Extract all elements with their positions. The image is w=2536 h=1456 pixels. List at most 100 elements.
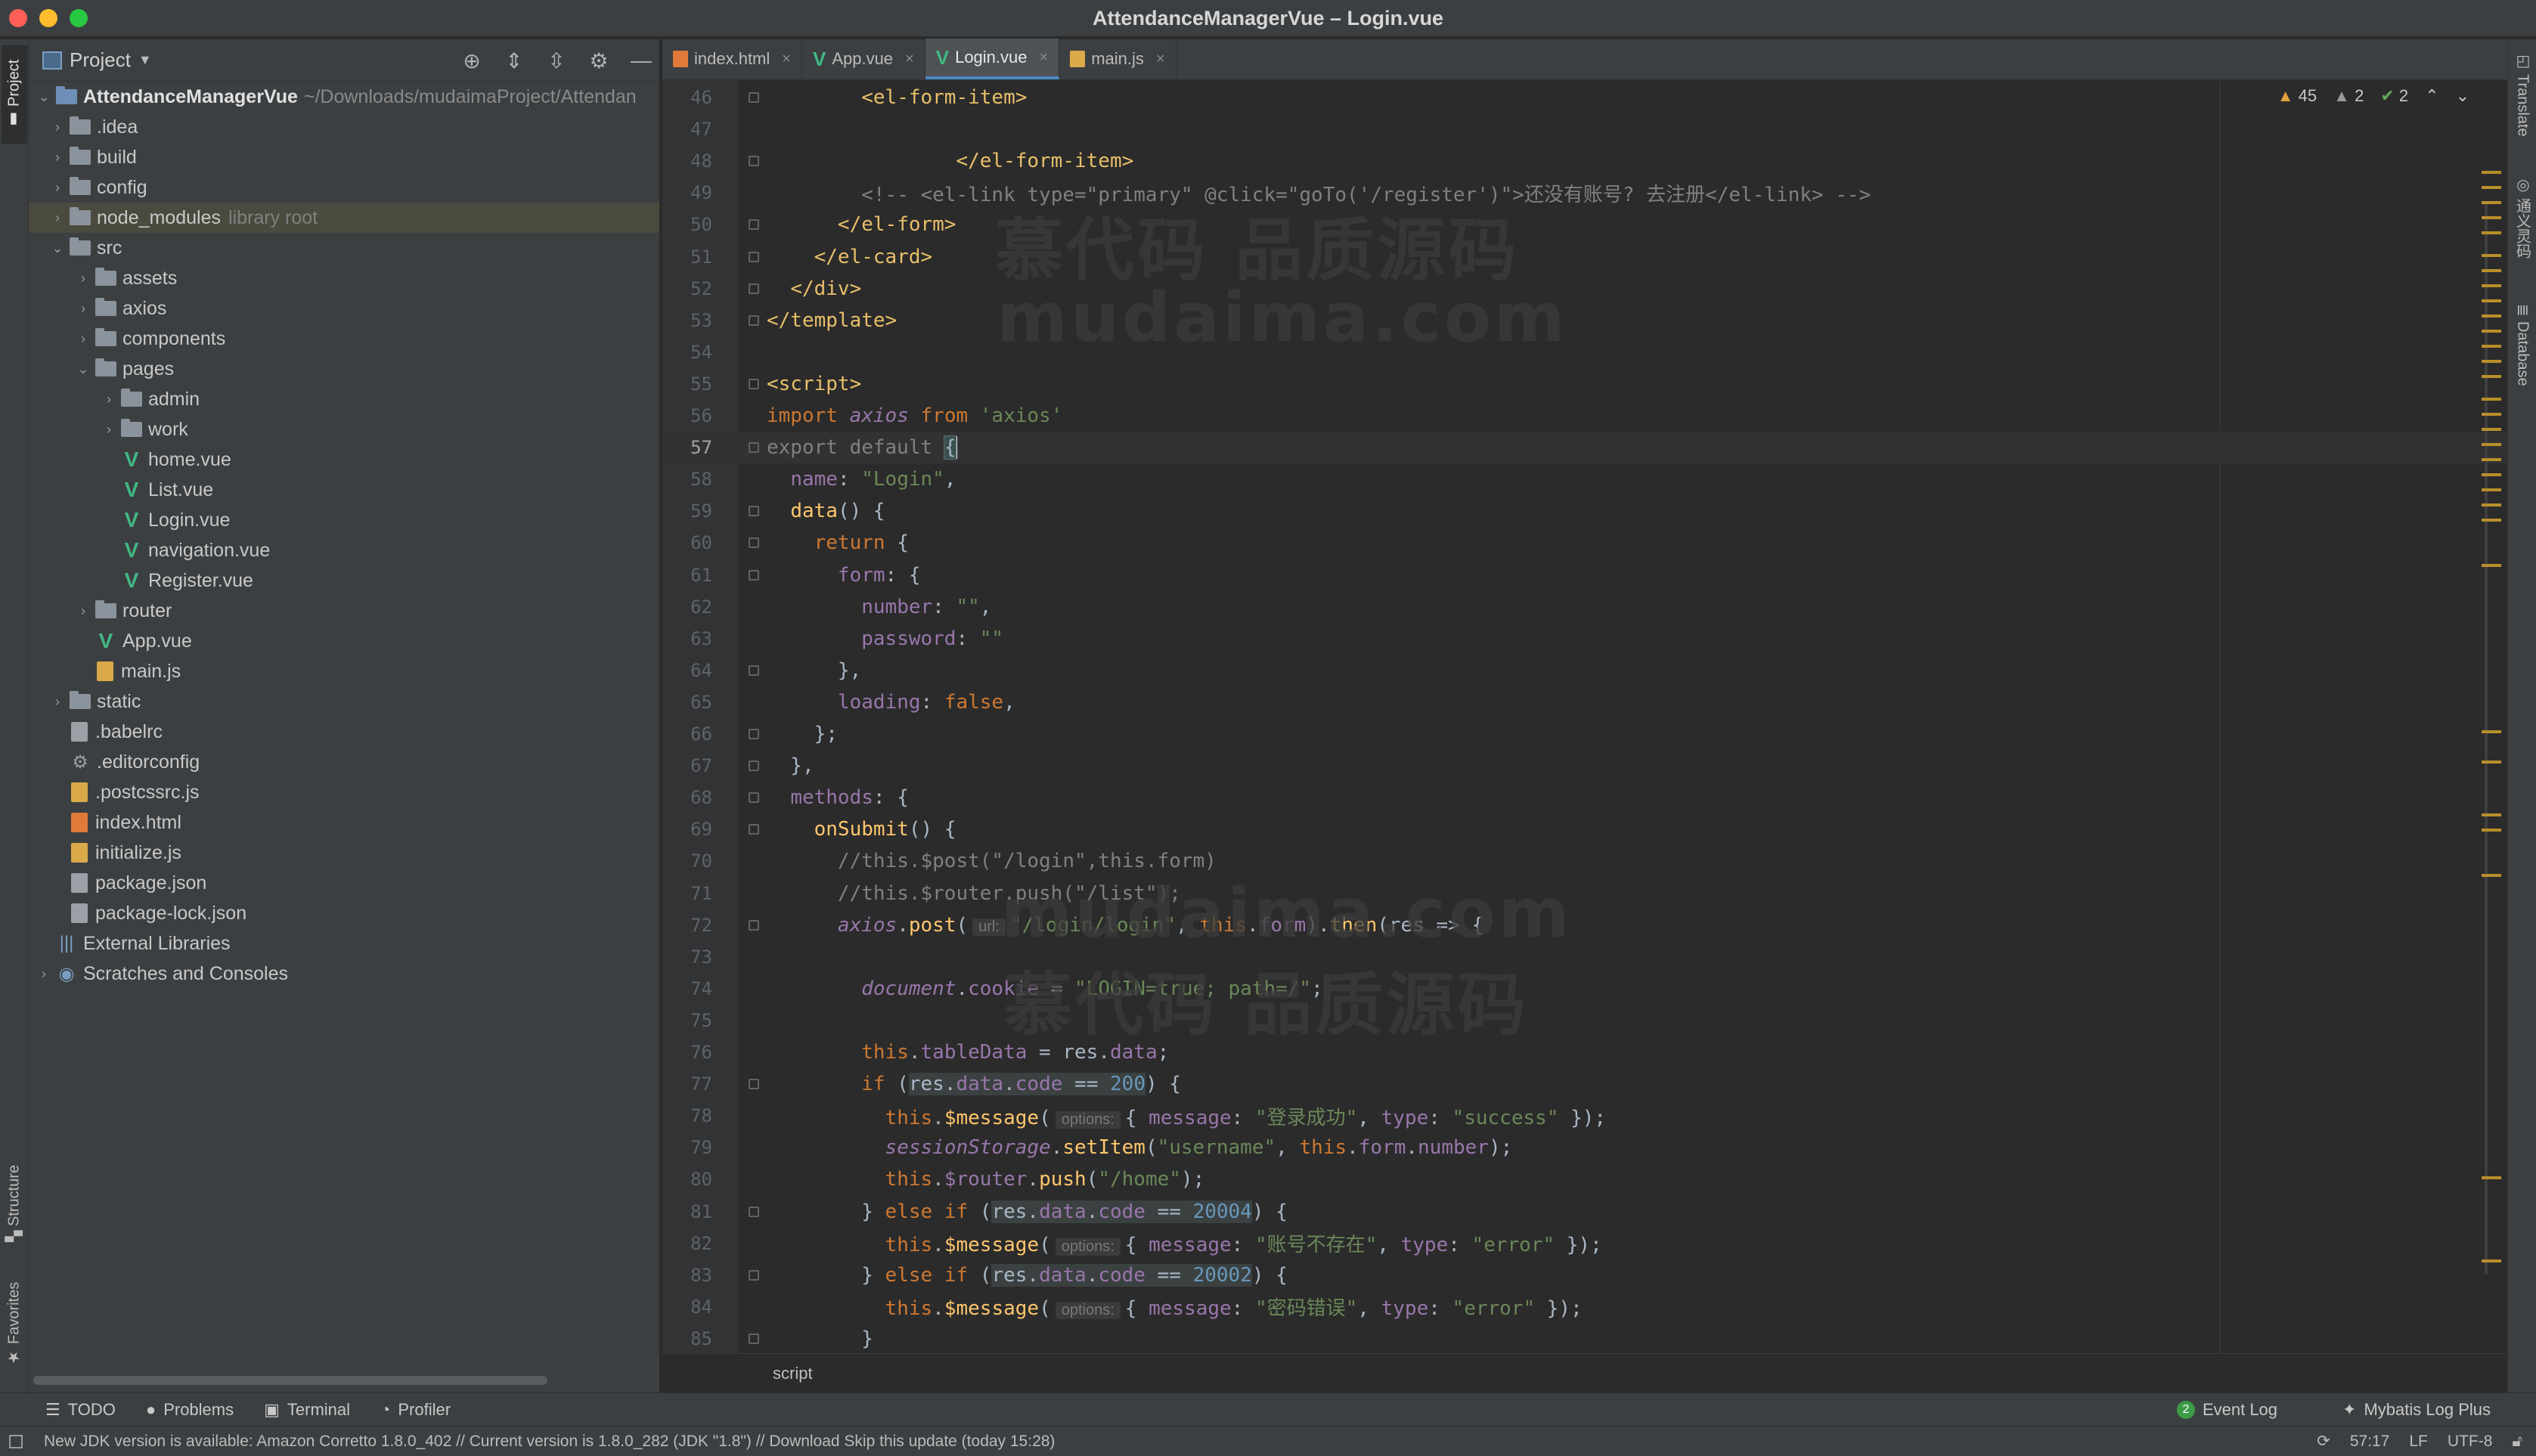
- locate-file-icon[interactable]: ⊕: [461, 48, 482, 73]
- line-number[interactable]: 51: [662, 246, 712, 268]
- fold-marker-icon[interactable]: [749, 1269, 759, 1281]
- line-number[interactable]: 54: [662, 342, 712, 363]
- code-line[interactable]: 63 password: "": [662, 623, 2507, 655]
- tree-item[interactable]: › node_modules library root: [29, 203, 659, 233]
- maximize-window-button[interactable]: [70, 9, 88, 27]
- warning-marker[interactable]: [2482, 375, 2501, 378]
- database-tool-tab[interactable]: ≣ Database: [2511, 304, 2534, 417]
- project-view-title[interactable]: Project: [70, 48, 131, 72]
- tree-item[interactable]: ⌄ src: [29, 233, 659, 263]
- code-line[interactable]: 62 number: "",: [662, 591, 2507, 623]
- line-number[interactable]: 61: [662, 565, 712, 586]
- favorites-tool-tab[interactable]: ★ Favorites: [2, 1272, 27, 1377]
- warning-marker[interactable]: [2482, 201, 2501, 204]
- chevron-right-icon[interactable]: ›: [74, 331, 92, 347]
- chevron-down-icon[interactable]: ⌄: [35, 89, 53, 105]
- problems-tool-button[interactable]: ● Problems: [146, 1400, 234, 1420]
- chevron-down-icon[interactable]: ▼: [138, 52, 152, 68]
- warning-marker[interactable]: [2482, 231, 2501, 234]
- fold-marker-icon[interactable]: [749, 537, 759, 549]
- code-line[interactable]: 71 //this.$router.push("/list");: [662, 878, 2507, 909]
- caret-position[interactable]: 57:17: [2350, 1433, 2390, 1451]
- fold-marker-icon[interactable]: [749, 792, 759, 804]
- warning-marker[interactable]: [2482, 284, 2501, 287]
- fold-marker-icon[interactable]: [749, 664, 759, 676]
- chevron-right-icon[interactable]: ›: [100, 422, 118, 438]
- close-icon[interactable]: ×: [905, 51, 914, 68]
- fold-marker-icon[interactable]: [749, 1206, 759, 1217]
- line-number[interactable]: 80: [662, 1169, 712, 1190]
- editor-tab[interactable]: main.js ×: [1059, 39, 1177, 79]
- warning-marker[interactable]: [2482, 1176, 2501, 1179]
- code-line[interactable]: 57 export default {: [662, 432, 2507, 464]
- warning-marker[interactable]: [2482, 398, 2501, 401]
- code-line[interactable]: 48 </el-form-item>: [662, 145, 2507, 177]
- line-number[interactable]: 85: [662, 1328, 712, 1349]
- close-window-button[interactable]: [9, 9, 27, 27]
- chevron-right-icon[interactable]: ›: [74, 301, 92, 317]
- sync-icon[interactable]: ⟳: [2317, 1432, 2330, 1451]
- code-line[interactable]: 82 this.$message(options:{ message: "账号不…: [662, 1228, 2507, 1259]
- code-line[interactable]: 54: [662, 336, 2507, 368]
- chevron-right-icon[interactable]: ›: [100, 392, 118, 407]
- tree-item[interactable]: V Login.vue: [29, 505, 659, 535]
- line-number[interactable]: 83: [662, 1265, 712, 1286]
- tree-item[interactable]: V Register.vue: [29, 565, 659, 596]
- warning-marker[interactable]: [2482, 186, 2501, 189]
- tree-item[interactable]: ›. idea: [29, 112, 659, 142]
- breadcrumb-item[interactable]: script: [773, 1364, 813, 1383]
- warning-marker[interactable]: [2482, 299, 2501, 302]
- fold-marker-icon[interactable]: [749, 729, 759, 739]
- fold-marker-icon[interactable]: [749, 156, 759, 167]
- warning-marker[interactable]: [2482, 171, 2501, 174]
- code-line[interactable]: 72 axios.post(url: "/login/login", this.f…: [662, 909, 2507, 941]
- tree-item[interactable]: main.js: [29, 656, 659, 686]
- tree-item[interactable]: › static: [29, 686, 659, 717]
- tree-item[interactable]: › admin: [29, 384, 659, 414]
- mybatis-log-button[interactable]: ✦ Mybatis Log Plus: [2342, 1400, 2491, 1420]
- tree-root[interactable]: ⌄ AttendanceManagerVue ~/Downloads/mudai…: [29, 82, 659, 112]
- warning-marker[interactable]: [2482, 345, 2501, 348]
- lock-icon[interactable]: 🔓︎: [2512, 1433, 2522, 1451]
- warning-marker[interactable]: [2482, 488, 2501, 491]
- line-number[interactable]: 76: [662, 1042, 712, 1063]
- tree-item[interactable]: ||| External Libraries: [29, 928, 659, 959]
- line-separator[interactable]: LF: [2409, 1433, 2428, 1451]
- todo-tool-button[interactable]: ☰ TODO: [45, 1400, 116, 1420]
- line-number[interactable]: 69: [662, 819, 712, 840]
- code-line[interactable]: 61 form: {: [662, 559, 2507, 591]
- fold-marker-icon[interactable]: [749, 761, 759, 772]
- tree-item[interactable]: .babelrc: [29, 717, 659, 747]
- editor-tab[interactable]: index.html ×: [662, 39, 802, 79]
- fold-marker-icon[interactable]: [749, 824, 759, 835]
- line-number[interactable]: 64: [662, 660, 712, 681]
- code-line[interactable]: 51 </el-card>: [662, 241, 2507, 273]
- warning-marker[interactable]: [2482, 330, 2501, 333]
- warning-marker[interactable]: [2482, 564, 2501, 567]
- line-number[interactable]: 48: [662, 150, 712, 172]
- tree-item[interactable]: › axios: [29, 293, 659, 324]
- code-line[interactable]: 81 } else if (res.data.code == 20004) {: [662, 1196, 2507, 1228]
- status-message[interactable]: New JDK version is available: Amazon Cor…: [44, 1433, 1055, 1451]
- code-line[interactable]: 68 methods: {: [662, 782, 2507, 813]
- chevron-right-icon[interactable]: ›: [48, 150, 67, 166]
- code-line[interactable]: 67 },: [662, 750, 2507, 782]
- code-line[interactable]: 60 return {: [662, 527, 2507, 559]
- chevron-right-icon[interactable]: ›: [48, 180, 67, 196]
- warning-marker[interactable]: [2482, 761, 2501, 764]
- warning-marker[interactable]: [2482, 519, 2501, 522]
- line-number[interactable]: 66: [662, 723, 712, 745]
- code-line[interactable]: 49 <!-- <el-link type="primary" @click="…: [662, 177, 2507, 209]
- fold-marker-icon[interactable]: [749, 219, 759, 231]
- chevron-right-icon[interactable]: ›: [74, 603, 92, 619]
- code-line[interactable]: 76 this.tableData = res.data;: [662, 1036, 2507, 1068]
- fold-marker-icon[interactable]: [749, 251, 759, 262]
- line-number[interactable]: 75: [662, 1010, 712, 1031]
- warning-marker[interactable]: [2482, 360, 2501, 363]
- warning-marker[interactable]: [2482, 458, 2501, 461]
- line-number[interactable]: 68: [662, 787, 712, 808]
- line-number[interactable]: 57: [662, 437, 712, 458]
- code-line[interactable]: 79 sessionStorage.setItem("username", th…: [662, 1132, 2507, 1163]
- code-line[interactable]: 80 this.$router.push("/home");: [662, 1163, 2507, 1195]
- warning-marker[interactable]: [2482, 874, 2501, 877]
